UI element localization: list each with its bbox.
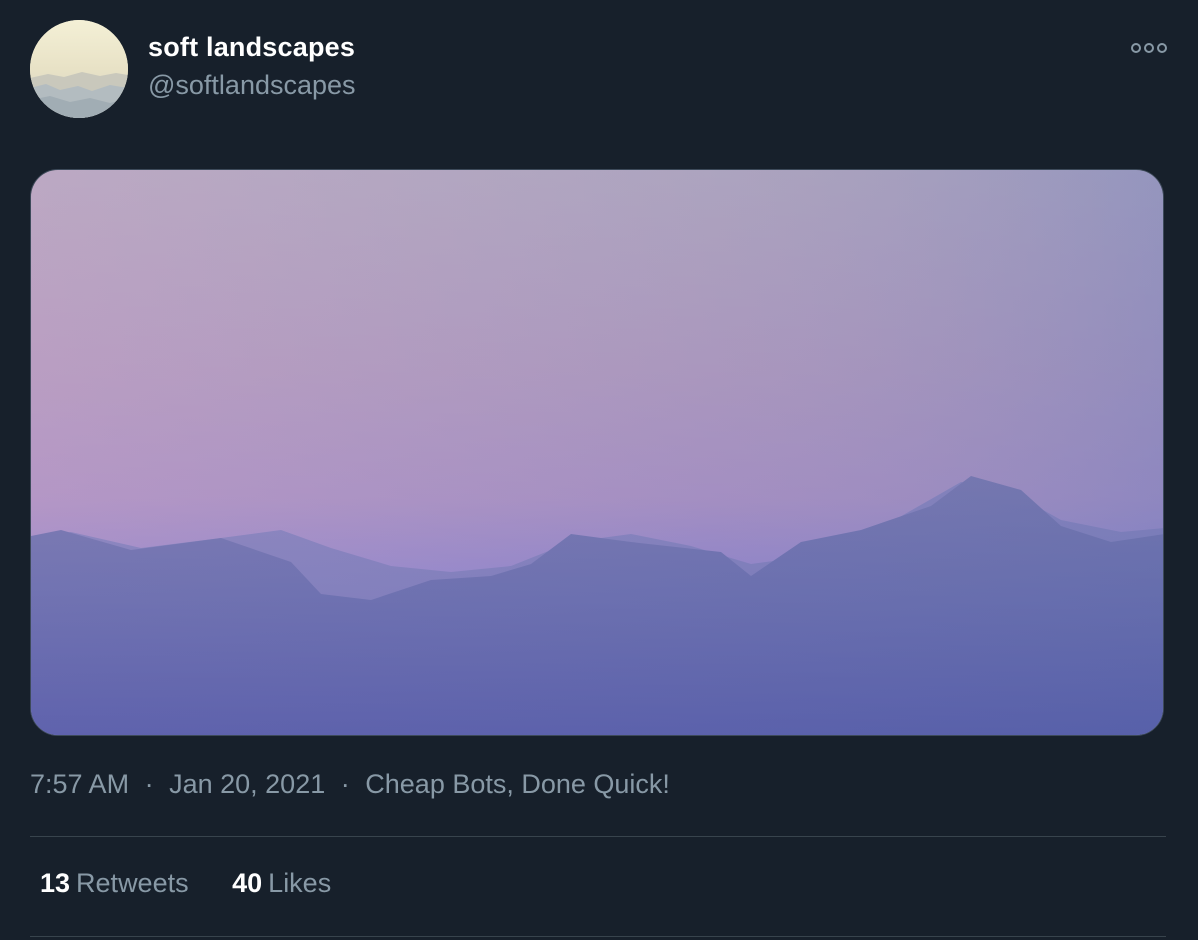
tweet-date[interactable]: Jan 20, 2021 [169, 769, 325, 799]
landscape-avatar-icon [30, 20, 128, 118]
divider [30, 936, 1166, 937]
separator: · [340, 769, 350, 799]
avatar[interactable] [30, 20, 128, 118]
more-options-button[interactable] [1124, 32, 1174, 62]
divider [30, 836, 1166, 837]
tweet-stats: 13 Retweets 40 Likes [40, 868, 367, 899]
likes-stat[interactable]: 40 Likes [232, 868, 331, 899]
user-handle[interactable]: @softlandscapes [148, 70, 356, 101]
separator: · [144, 769, 154, 799]
tweet-source-link[interactable]: Cheap Bots, Done Quick! [365, 769, 670, 799]
tweet-time[interactable]: 7:57 AM [30, 769, 129, 799]
tweet-media-image[interactable] [30, 169, 1164, 736]
likes-label: Likes [268, 868, 332, 898]
retweets-label: Retweets [76, 868, 189, 898]
display-name[interactable]: soft landscapes [148, 32, 355, 63]
tweet-metadata: 7:57 AM · Jan 20, 2021 · Cheap Bots, Don… [30, 769, 670, 800]
more-horizontal-icon [1131, 43, 1167, 53]
retweets-count: 13 [40, 868, 71, 898]
likes-count: 40 [232, 868, 263, 898]
retweets-stat[interactable]: 13 Retweets [40, 868, 189, 899]
landscape-image [31, 170, 1163, 735]
